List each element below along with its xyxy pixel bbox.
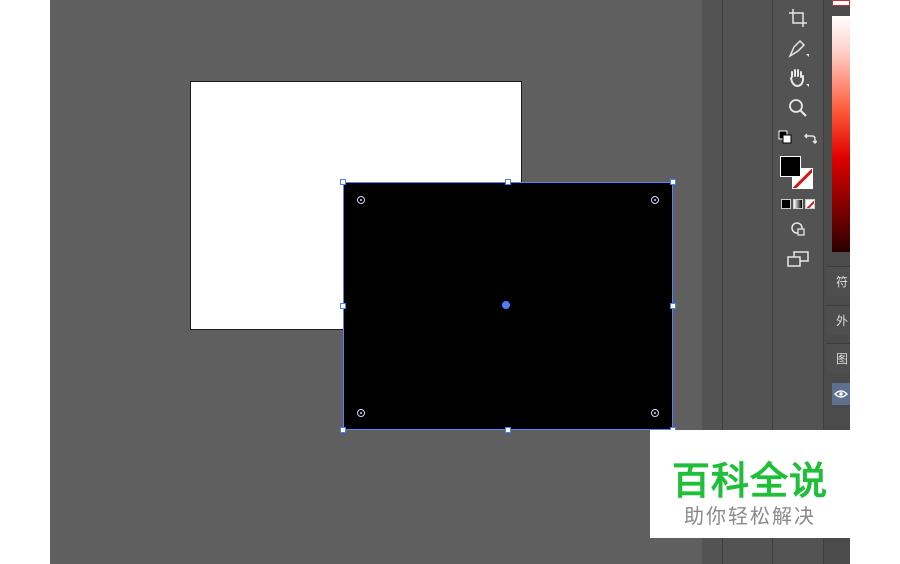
selected-rectangle[interactable] bbox=[340, 179, 676, 433]
center-point bbox=[502, 301, 510, 309]
handle-top-middle[interactable] bbox=[505, 179, 511, 185]
eye-icon[interactable] bbox=[832, 383, 850, 405]
corner-radius-widget[interactable] bbox=[357, 409, 365, 417]
watermark-subtitle: 助你轻松解决 bbox=[684, 504, 816, 528]
handle-middle-right[interactable] bbox=[670, 303, 676, 309]
tab-layers[interactable]: 图 bbox=[826, 343, 850, 373]
screen-mode-icon[interactable] bbox=[784, 246, 812, 272]
corner-radius-widget[interactable] bbox=[357, 196, 365, 204]
corner-radius-widget[interactable] bbox=[651, 409, 659, 417]
zoom-tool-icon[interactable] bbox=[784, 95, 812, 121]
watermark-title: 百科全说 bbox=[671, 459, 828, 503]
handle-middle-left[interactable] bbox=[340, 303, 346, 309]
tab-appearance[interactable]: 外 bbox=[826, 305, 850, 335]
fill-swatch[interactable] bbox=[780, 156, 801, 177]
solid-color-button[interactable] bbox=[781, 199, 791, 209]
none-color-button[interactable] bbox=[805, 199, 815, 209]
canvas-area[interactable] bbox=[50, 0, 702, 564]
swap-colors-icon[interactable] bbox=[801, 129, 819, 147]
handle-top-right[interactable] bbox=[670, 179, 676, 185]
default-colors-icon[interactable] bbox=[776, 128, 794, 146]
color-spectrum[interactable] bbox=[832, 16, 850, 252]
tab-symbols[interactable]: 符 bbox=[826, 266, 850, 296]
handle-bottom-left[interactable] bbox=[340, 427, 346, 433]
handle-top-left[interactable] bbox=[340, 179, 346, 185]
watermark: 百科全说 助你轻松解决 bbox=[650, 430, 850, 538]
gradient-button[interactable] bbox=[793, 199, 803, 209]
hand-tool-icon[interactable] bbox=[784, 65, 812, 91]
corner-radius-widget[interactable] bbox=[651, 196, 659, 204]
color-mode-buttons bbox=[781, 199, 817, 209]
handle-bottom-middle[interactable] bbox=[505, 427, 511, 433]
pen-tool-icon[interactable] bbox=[784, 35, 812, 61]
none-color-corner[interactable] bbox=[832, 0, 850, 6]
artboard-tool-icon[interactable] bbox=[784, 5, 812, 31]
draw-mode-icon[interactable] bbox=[784, 216, 812, 242]
